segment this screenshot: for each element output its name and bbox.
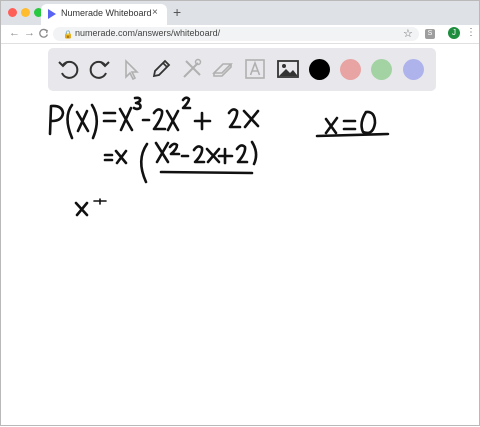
whiteboard-toolbar — [48, 48, 436, 91]
reload-icon[interactable] — [38, 28, 49, 39]
pen-icon[interactable] — [148, 56, 174, 82]
handwriting-line1 — [48, 96, 260, 140]
lock-icon: 🔒 — [63, 30, 73, 39]
profile-avatar[interactable]: J — [448, 27, 460, 39]
color-swatch-red[interactable] — [340, 59, 361, 80]
handwriting-line2 — [103, 140, 258, 184]
color-swatch-green[interactable] — [371, 59, 392, 80]
back-arrow-icon[interactable]: ← — [9, 27, 20, 39]
forward-arrow-icon[interactable]: → — [24, 27, 35, 39]
whiteboard-canvas[interactable] — [1, 93, 480, 427]
tab-bar: Numerade Whiteboard × + — [1, 1, 479, 25]
tab-close-icon[interactable]: × — [152, 7, 158, 18]
bookmark-star-icon[interactable]: ☆ — [403, 27, 413, 40]
extension-icon[interactable]: S — [425, 29, 435, 39]
numerade-logo-icon — [48, 9, 56, 19]
tab-title: Numerade Whiteboard — [61, 8, 152, 18]
select-pointer-icon[interactable] — [117, 56, 143, 82]
color-swatch-blue[interactable] — [403, 59, 424, 80]
text-tool-icon[interactable] — [242, 56, 268, 82]
browser-menu-icon[interactable]: ⋮ — [466, 27, 476, 38]
handwriting-side-note — [315, 110, 390, 138]
eraser-icon[interactable] — [210, 56, 236, 82]
color-swatch-black[interactable] — [309, 59, 330, 80]
redo-icon[interactable] — [86, 56, 112, 82]
undo-icon[interactable] — [56, 56, 82, 82]
address-bar[interactable]: 🔒 numerade.com/answers/whiteboard/ ☆ — [53, 27, 419, 41]
tools-icon[interactable] — [179, 56, 205, 82]
image-icon[interactable] — [275, 56, 301, 82]
browser-toolbar: ← → 🔒 numerade.com/answers/whiteboard/ ☆… — [1, 25, 479, 44]
minimize-window-dot[interactable] — [21, 8, 30, 17]
handwriting-line3 — [74, 198, 107, 217]
browser-window: Numerade Whiteboard × + ← → 🔒 numerade.c… — [0, 0, 480, 426]
tab-numerade-whiteboard[interactable]: Numerade Whiteboard × — [41, 4, 167, 25]
close-window-dot[interactable] — [8, 8, 17, 17]
url-text: numerade.com/answers/whiteboard/ — [75, 28, 221, 38]
new-tab-button[interactable]: + — [173, 4, 181, 20]
